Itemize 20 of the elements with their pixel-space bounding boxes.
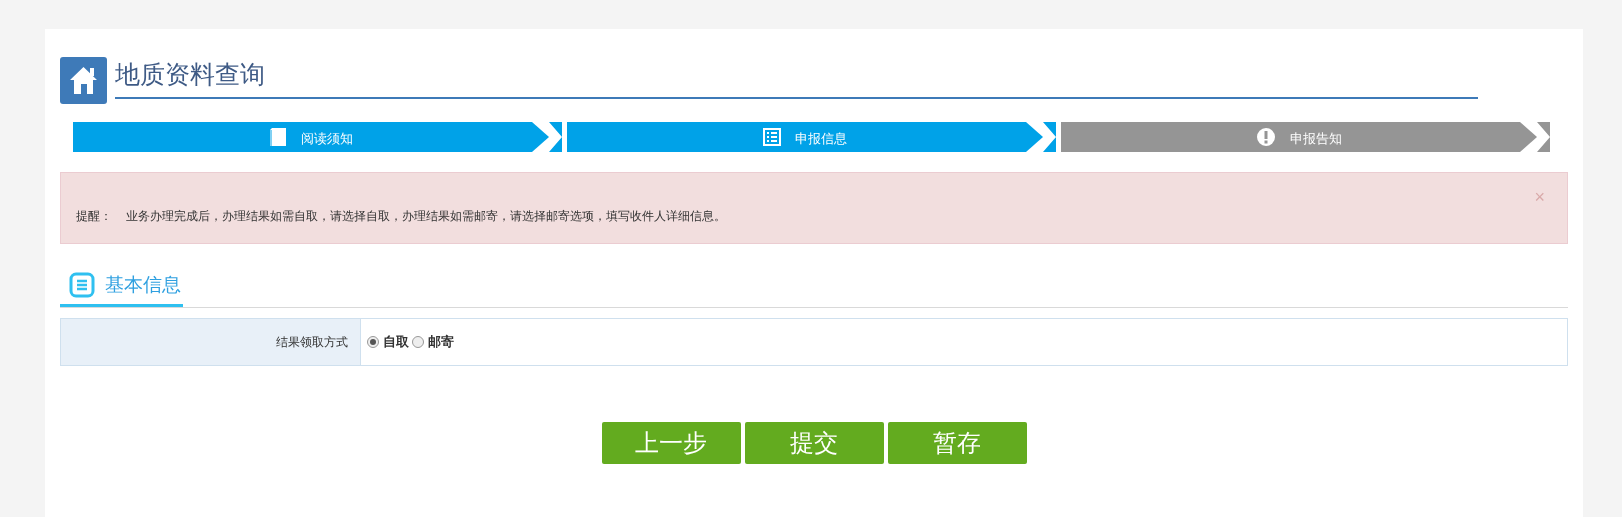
radio-button[interactable] [367, 335, 379, 348]
action-button[interactable]: 提交 [744, 421, 884, 464]
action-button[interactable]: 上一步 [601, 421, 741, 464]
radio-option[interactable]: 邮寄 [412, 331, 454, 352]
alert-message: 业务办理完成后，办理结果如需自取，请选择自取，办理结果如需邮寄，请选择邮寄选项，填写收件人详细信息。 [126, 208, 726, 225]
step-chevron [1537, 122, 1550, 152]
home-icon [60, 57, 107, 104]
action-button[interactable]: 暂存 [887, 421, 1027, 464]
list-icon [763, 128, 781, 146]
list-icon [69, 272, 95, 299]
radio-button[interactable] [412, 335, 424, 348]
step-chevron [549, 122, 562, 152]
alert-label: 提醒： [76, 208, 112, 225]
book-icon [269, 127, 287, 147]
close-button[interactable]: × [1534, 188, 1545, 206]
page-title: 地质资料查询 [115, 57, 1478, 99]
step-chevron [1043, 122, 1056, 152]
exclamation-icon [1256, 127, 1276, 147]
radio-option[interactable]: 自取 [367, 331, 409, 352]
form-label: 结果领取方式 [61, 318, 361, 365]
